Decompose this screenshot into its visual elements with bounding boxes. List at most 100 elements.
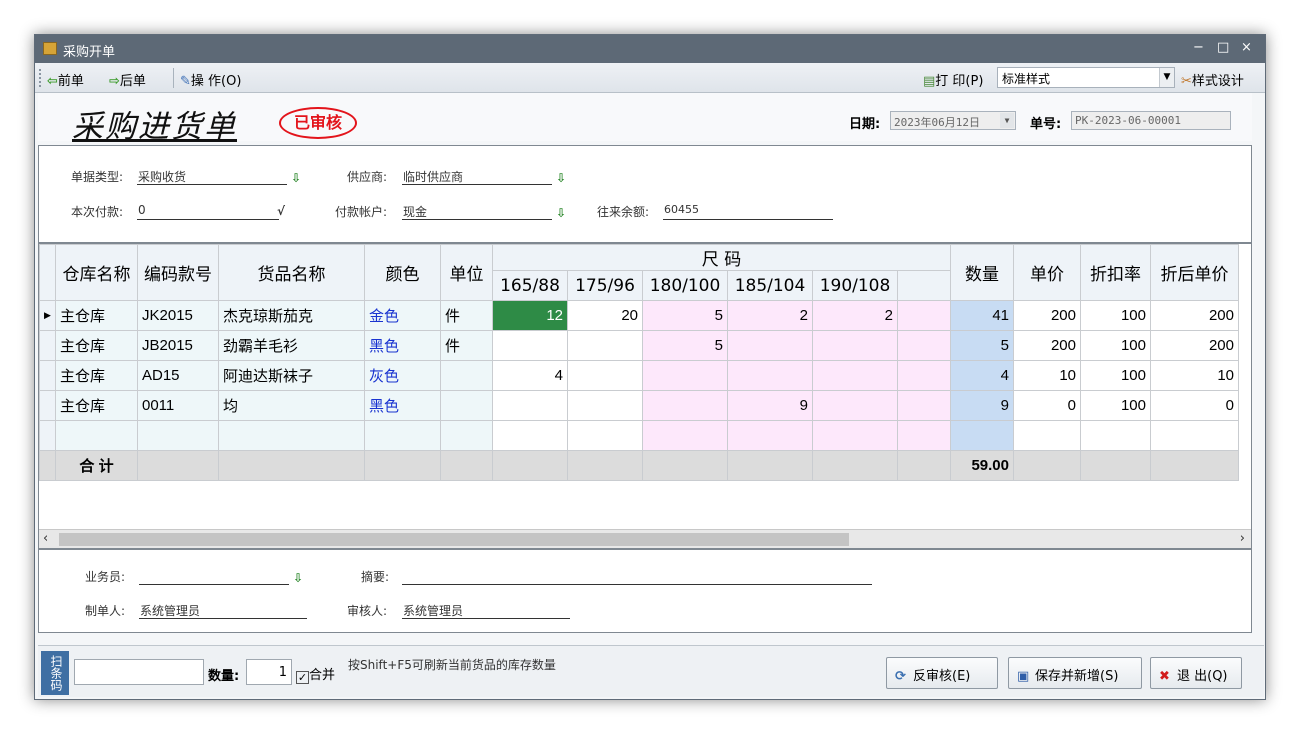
col-header-name[interactable]: 货品名称 (218, 244, 365, 301)
col-header-code[interactable]: 编码款号 (137, 244, 219, 301)
cell-size[interactable] (567, 390, 643, 421)
unaudit-button[interactable]: ⟳ 反审核(E) (886, 657, 998, 689)
memo-field[interactable] (402, 568, 872, 585)
cell-net-price[interactable]: 200 (1150, 330, 1239, 361)
table-row[interactable]: 主仓库 JB2015 劲霸羊毛衫 黑色 件 5 5 200 100 200 (39, 330, 1239, 361)
cell-price[interactable]: 200 (1013, 300, 1081, 331)
cell-discount[interactable]: 100 (1080, 360, 1151, 391)
number-field[interactable]: PK-2023-06-00001 (1071, 111, 1231, 130)
cell-name[interactable]: 杰克琼斯茄克 (218, 300, 365, 331)
cell-size[interactable] (727, 330, 813, 361)
cell-discount[interactable]: 100 (1080, 300, 1151, 331)
cell-qty[interactable]: 9 (950, 390, 1014, 421)
cell-code[interactable]: 0011 (137, 390, 219, 421)
cell-size[interactable] (727, 420, 813, 451)
cell-name[interactable] (218, 420, 365, 451)
cell-size[interactable] (492, 330, 568, 361)
cell-size[interactable] (897, 390, 951, 421)
cell-size[interactable]: 9 (727, 390, 813, 421)
minimize-button[interactable]: − (1193, 40, 1204, 55)
table-row[interactable]: 主仓库 AD15 阿迪达斯袜子 灰色 4 4 10 100 10 (39, 360, 1239, 391)
cell-size[interactable] (492, 420, 568, 451)
chevron-down-icon[interactable]: ▼ (1159, 68, 1174, 87)
cell-unit[interactable]: 件 (440, 300, 493, 331)
cell-name[interactable]: 阿迪达斯袜子 (218, 360, 365, 391)
cell-size[interactable] (492, 390, 568, 421)
col-header-net-price[interactable]: 折后单价 (1150, 244, 1239, 301)
toolbar-grip[interactable] (39, 69, 41, 87)
checkbox-checked-icon[interactable]: ✓ (296, 671, 309, 684)
cell-price[interactable]: 0 (1013, 390, 1081, 421)
cell-size[interactable] (897, 360, 951, 391)
cell-net-price[interactable]: 10 (1150, 360, 1239, 391)
cell-size[interactable] (567, 420, 643, 451)
cell-size[interactable] (897, 300, 951, 331)
cell-unit[interactable] (440, 360, 493, 391)
salesman-field[interactable] (139, 568, 289, 585)
cell-size[interactable]: 20 (567, 300, 643, 331)
col-header-size[interactable]: 185/104 (727, 270, 813, 301)
col-header-price[interactable]: 单价 (1013, 244, 1081, 301)
arrow-down-green-icon[interactable]: ⇩ (293, 571, 303, 585)
col-header-unit[interactable]: 单位 (440, 244, 493, 301)
col-header-discount[interactable]: 折扣率 (1080, 244, 1151, 301)
cell-discount[interactable]: 100 (1080, 330, 1151, 361)
cell-discount[interactable]: 100 (1080, 390, 1151, 421)
col-header-size[interactable] (897, 270, 951, 301)
cell-size-selected[interactable]: 12 (492, 300, 568, 331)
horizontal-scrollbar[interactable]: ‹ › (39, 529, 1251, 548)
cell-color[interactable] (364, 420, 441, 451)
exit-button[interactable]: ✖ 退 出(Q) (1150, 657, 1242, 689)
prev-doc-button[interactable]: ⇦前单 (47, 70, 84, 89)
cell-size[interactable] (642, 360, 728, 391)
cell-name[interactable]: 均 (218, 390, 365, 421)
cell-size[interactable]: 5 (642, 300, 728, 331)
check-icon[interactable]: √ (277, 204, 285, 218)
close-button[interactable]: × (1241, 40, 1252, 55)
cell-code[interactable]: JB2015 (137, 330, 219, 361)
cell-code[interactable]: JK2015 (137, 300, 219, 331)
print-style-select[interactable]: 标准样式 ▼ (997, 67, 1175, 88)
cell-warehouse[interactable]: 主仓库 (55, 360, 138, 391)
col-header-qty[interactable]: 数量 (950, 244, 1014, 301)
supplier-field[interactable]: 临时供应商 (402, 168, 552, 185)
cell-color[interactable]: 金色 (364, 300, 441, 331)
cell-size[interactable] (812, 390, 898, 421)
col-header-size[interactable]: 175/96 (567, 270, 643, 301)
col-header-size[interactable]: 165/88 (492, 270, 568, 301)
cell-code[interactable]: AD15 (137, 360, 219, 391)
cell-warehouse[interactable]: 主仓库 (55, 330, 138, 361)
table-row[interactable]: ▶ 主仓库 JK2015 杰克琼斯茄克 金色 件 12 20 5 2 2 41 … (39, 300, 1239, 331)
arrow-down-green-icon[interactable]: ⇩ (556, 171, 566, 185)
chevron-left-icon[interactable]: ‹ (43, 531, 48, 546)
payment-field[interactable]: 0 (137, 203, 279, 220)
cell-size[interactable] (642, 420, 728, 451)
cell-size[interactable] (897, 330, 951, 361)
cell-qty[interactable]: 5 (950, 330, 1014, 361)
cell-size[interactable] (812, 420, 898, 451)
cell-size[interactable]: 2 (727, 300, 813, 331)
save-new-button[interactable]: ▣ 保存并新增(S) (1008, 657, 1142, 689)
cell-price[interactable]: 10 (1013, 360, 1081, 391)
cell-size[interactable] (567, 360, 643, 391)
cell-discount[interactable] (1080, 420, 1151, 451)
account-field[interactable]: 现金 (402, 203, 552, 220)
cell-unit[interactable] (440, 420, 493, 451)
cell-color[interactable]: 灰色 (364, 360, 441, 391)
arrow-down-green-icon[interactable]: ⇩ (556, 206, 566, 220)
cell-size[interactable] (727, 360, 813, 391)
cell-size[interactable] (567, 330, 643, 361)
cell-qty[interactable] (950, 420, 1014, 451)
cell-code[interactable] (137, 420, 219, 451)
barcode-input[interactable] (74, 659, 204, 685)
cell-unit[interactable] (440, 390, 493, 421)
table-row[interactable]: 主仓库 0011 均 黑色 9 9 0 100 0 (39, 390, 1239, 421)
cell-size[interactable]: 4 (492, 360, 568, 391)
cell-size[interactable] (812, 360, 898, 391)
cell-net-price[interactable] (1150, 420, 1239, 451)
col-header-size[interactable]: 180/100 (642, 270, 728, 301)
cell-qty[interactable]: 41 (950, 300, 1014, 331)
print-button[interactable]: ▤打 印(P) (923, 70, 983, 89)
cell-size[interactable] (812, 330, 898, 361)
scrollbar-thumb[interactable] (59, 533, 849, 546)
